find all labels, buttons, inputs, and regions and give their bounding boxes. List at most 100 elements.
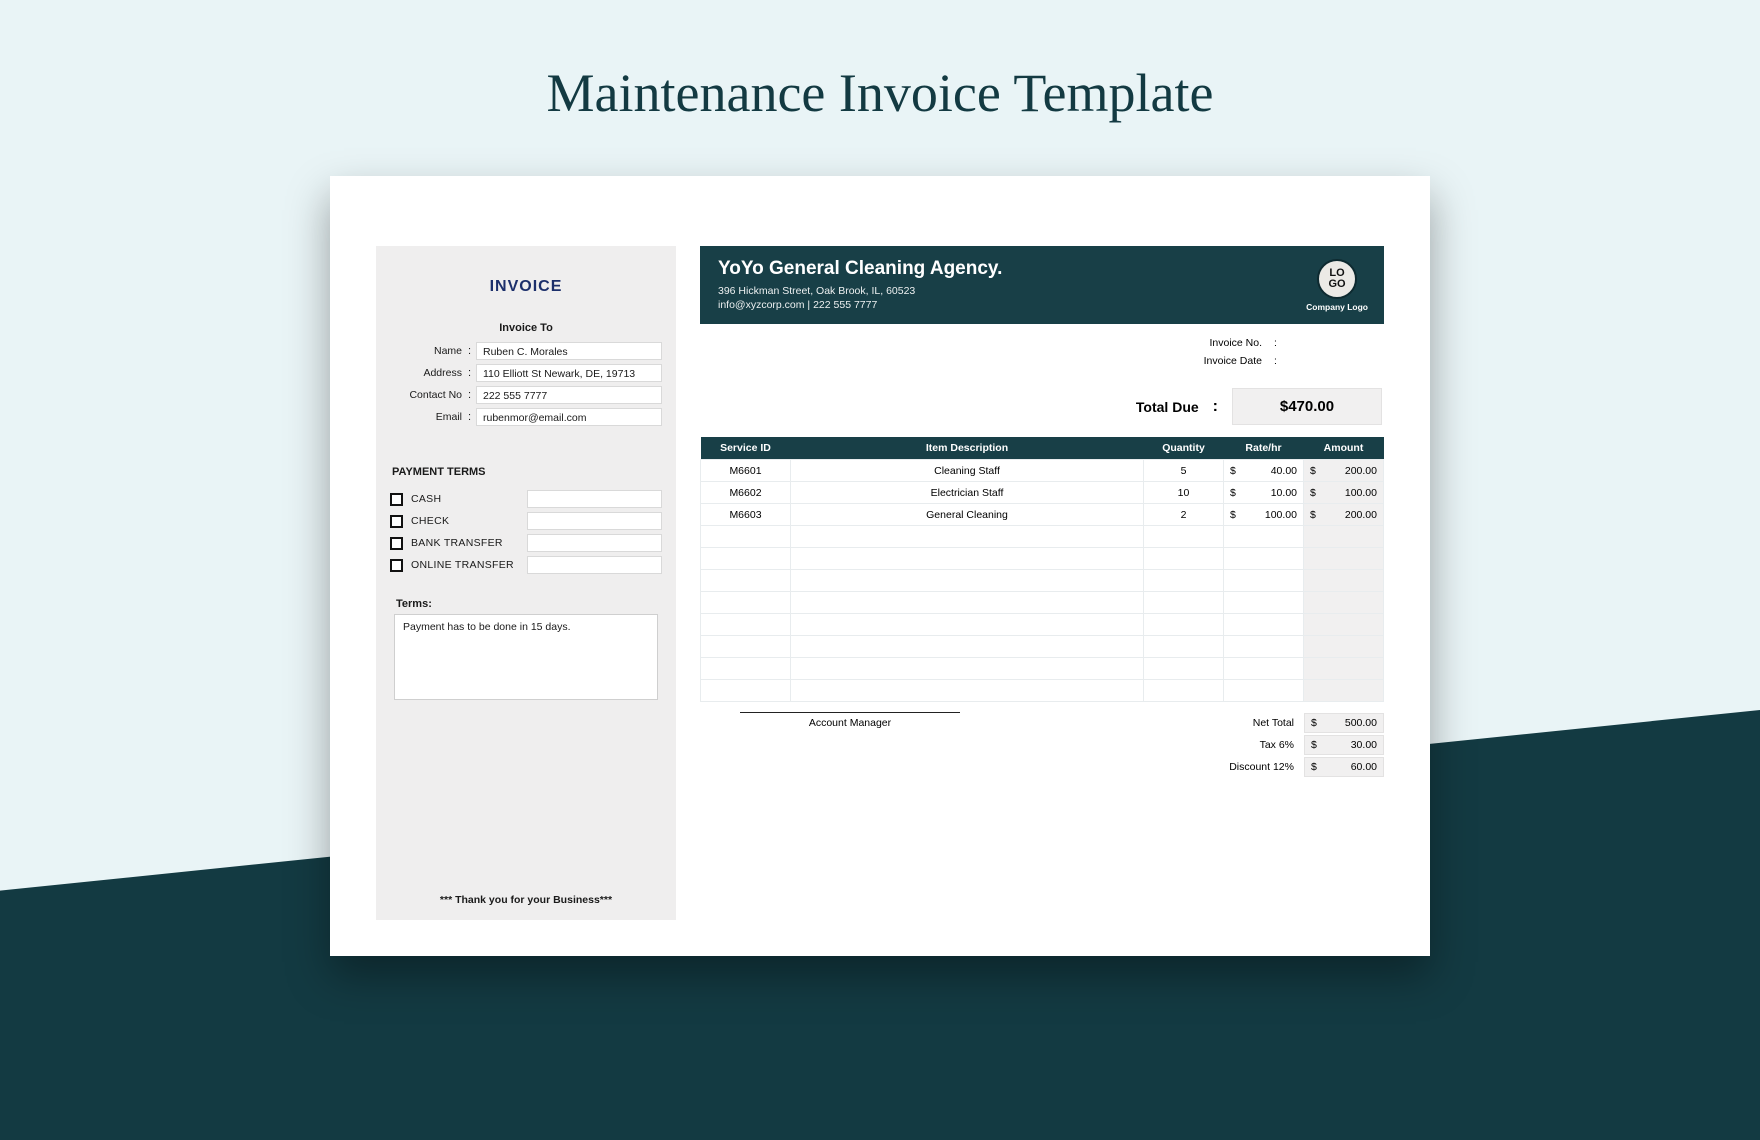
cell-service-id[interactable]: M6601 (701, 460, 791, 482)
table-row: . (701, 548, 1384, 570)
terms-label: Terms: (396, 598, 662, 610)
cell-amount[interactable]: $200.00 (1304, 460, 1384, 482)
total-due-value: $470.00 (1232, 388, 1382, 425)
table-row: M6602Electrician Staff10$10.00$100.00 (701, 482, 1384, 504)
payment-method-input[interactable] (527, 534, 662, 552)
cell-rate[interactable]: $40.00 (1224, 460, 1304, 482)
stage: Maintenance Invoice Template INVOICE Inv… (0, 0, 1760, 1140)
cell-quantity[interactable]: 5 (1144, 460, 1224, 482)
thank-you-text: *** Thank you for your Business*** (390, 894, 662, 906)
company-band: YoYo General Cleaning Agency. 396 Hickma… (700, 246, 1384, 324)
totals-label: Tax 6% (1194, 739, 1304, 751)
signature-line (740, 712, 960, 713)
email-value[interactable]: rubenmor@email.com (476, 408, 662, 426)
info-row-contact: Contact No : 222 555 7777 (390, 386, 662, 404)
table-row: M6601Cleaning Staff5$40.00$200.00 (701, 460, 1384, 482)
cell-rate[interactable]: $100.00 (1224, 504, 1304, 526)
cell-description[interactable]: Cleaning Staff (791, 460, 1144, 482)
checkbox-icon[interactable] (390, 559, 403, 572)
payment-method-input[interactable] (527, 490, 662, 508)
items-table-head: Service IDItem DescriptionQuantityRate/h… (701, 437, 1384, 460)
cell-amount[interactable]: $200.00 (1304, 504, 1384, 526)
payment-method-label: CHECK (411, 515, 519, 527)
cell-service-id[interactable]: M6603 (701, 504, 791, 526)
cell-amount[interactable]: $100.00 (1304, 482, 1384, 504)
right-panel: YoYo General Cleaning Agency. 396 Hickma… (700, 246, 1384, 920)
payment-method-row: CASH (390, 490, 662, 508)
table-row: . (701, 570, 1384, 592)
info-row-email: Email : rubenmor@email.com (390, 408, 662, 426)
total-due: Total Due : $470.00 (700, 388, 1382, 425)
payment-method-input[interactable] (527, 512, 662, 530)
address-value[interactable]: 110 Elliott St Newark, DE, 19713 (476, 364, 662, 382)
name-label: Name (390, 345, 468, 357)
left-panel: INVOICE Invoice To Name : Ruben C. Moral… (376, 246, 676, 920)
totals-row: Discount 12%$60.00 (1194, 756, 1384, 778)
address-label: Address (390, 367, 468, 379)
table-header-cell: Amount (1304, 437, 1384, 460)
payment-method-row: CHECK (390, 512, 662, 530)
table-row: . (701, 526, 1384, 548)
table-header-cell: Item Description (791, 437, 1144, 460)
payment-terms-title: PAYMENT TERMS (392, 466, 662, 478)
payment-method-input[interactable] (527, 556, 662, 574)
logo-icon: LOGO (1317, 259, 1357, 299)
cell-quantity[interactable]: 10 (1144, 482, 1224, 504)
totals-value: $30.00 (1304, 735, 1384, 755)
checkbox-icon[interactable] (390, 537, 403, 550)
terms-text[interactable]: Payment has to be done in 15 days. (394, 614, 658, 700)
table-row: . (701, 592, 1384, 614)
totals-row: Tax 6%$30.00 (1194, 734, 1384, 756)
meta-invoice-date: Invoice Date : (700, 352, 1382, 370)
table-header-cell: Service ID (701, 437, 791, 460)
cell-description[interactable]: Electrician Staff (791, 482, 1144, 504)
checkbox-icon[interactable] (390, 515, 403, 528)
payment-method-label: ONLINE TRANSFER (411, 559, 519, 571)
name-value[interactable]: Ruben C. Morales (476, 342, 662, 360)
totals-row: Net Total$500.00 (1194, 712, 1384, 734)
totals-block: Net Total$500.00Tax 6%$30.00Discount 12%… (1194, 712, 1384, 778)
table-row: . (701, 658, 1384, 680)
footer: Account Manager Net Total$500.00Tax 6%$3… (700, 712, 1384, 778)
totals-label: Net Total (1194, 717, 1304, 729)
signature-label: Account Manager (740, 717, 960, 729)
info-row-address: Address : 110 Elliott St Newark, DE, 197… (390, 364, 662, 382)
totals-value: $60.00 (1304, 757, 1384, 777)
logo-wrap: LOGO Company Logo (1306, 259, 1368, 312)
company-address: 396 Hickman Street, Oak Brook, IL, 60523 (718, 284, 1002, 298)
email-label: Email (390, 411, 468, 423)
signature-block: Account Manager (740, 712, 960, 729)
cell-quantity[interactable]: 2 (1144, 504, 1224, 526)
checkbox-icon[interactable] (390, 493, 403, 506)
invoice-meta: Invoice No. : Invoice Date : (700, 334, 1382, 370)
document-sheet: INVOICE Invoice To Name : Ruben C. Moral… (330, 176, 1430, 956)
payment-method-row: BANK TRANSFER (390, 534, 662, 552)
totals-label: Discount 12% (1194, 761, 1304, 773)
payment-method-label: BANK TRANSFER (411, 537, 519, 549)
invoice-date-label: Invoice Date (1172, 355, 1262, 367)
totals-value: $500.00 (1304, 713, 1384, 733)
invoice-title: INVOICE (390, 278, 662, 296)
info-row-name: Name : Ruben C. Morales (390, 342, 662, 360)
company-name: YoYo General Cleaning Agency. (718, 258, 1002, 280)
payment-method-label: CASH (411, 493, 519, 505)
meta-invoice-no: Invoice No. : (700, 334, 1382, 352)
contact-label: Contact No (390, 389, 468, 401)
table-header-cell: Rate/hr (1224, 437, 1304, 460)
table-row: . (701, 636, 1384, 658)
company-contact: info@xyzcorp.com | 222 555 7777 (718, 298, 1002, 312)
table-header-cell: Quantity (1144, 437, 1224, 460)
items-table: Service IDItem DescriptionQuantityRate/h… (700, 437, 1384, 702)
page-title: Maintenance Invoice Template (0, 62, 1760, 124)
invoice-to-heading: Invoice To (390, 322, 662, 334)
cell-rate[interactable]: $10.00 (1224, 482, 1304, 504)
cell-service-id[interactable]: M6602 (701, 482, 791, 504)
cell-description[interactable]: General Cleaning (791, 504, 1144, 526)
invoice-no-label: Invoice No. (1172, 337, 1262, 349)
total-due-label: Total Due (1136, 399, 1199, 415)
table-row: . (701, 680, 1384, 702)
document-body: INVOICE Invoice To Name : Ruben C. Moral… (376, 246, 1384, 920)
table-row: . (701, 614, 1384, 636)
contact-value[interactable]: 222 555 7777 (476, 386, 662, 404)
logo-caption: Company Logo (1306, 302, 1368, 312)
